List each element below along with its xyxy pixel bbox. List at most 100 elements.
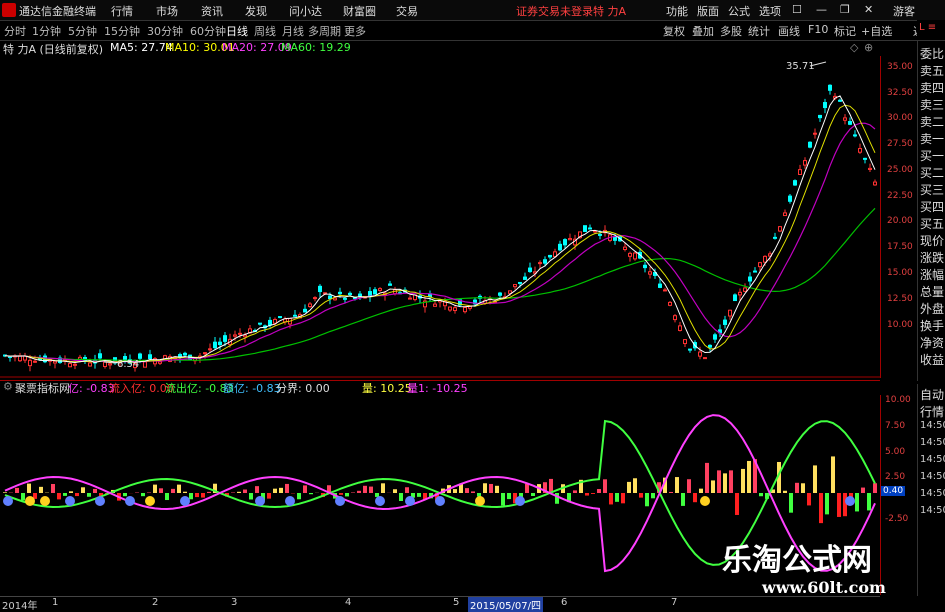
restore-icon[interactable]: ❐ <box>840 3 850 16</box>
close-icon[interactable]: ✕ <box>864 3 873 16</box>
price-tick: 20.00 <box>887 216 913 226</box>
menu-item-formula[interactable]: 公式 <box>728 3 750 19</box>
tab-monthly[interactable]: 月线 <box>282 23 304 39</box>
draw-button[interactable]: 画线 <box>778 23 800 39</box>
overlay-button[interactable]: 叠加 <box>692 23 714 39</box>
tab-daily[interactable]: 日线 <box>226 23 248 39</box>
candle-body <box>614 237 617 240</box>
volume-bar <box>285 484 289 493</box>
tab-30min[interactable]: 30分钟 <box>147 23 183 39</box>
notification-icon[interactable]: ☐ <box>792 3 802 16</box>
menu-item-discover[interactable]: 发现 <box>245 3 267 19</box>
login-status[interactable]: 证券交易未登录 <box>516 3 593 19</box>
volume-bar <box>39 487 43 493</box>
volume-bar <box>339 493 343 495</box>
volume-bar <box>207 492 211 493</box>
volume-bar <box>57 493 61 499</box>
volume-bar <box>609 493 613 504</box>
indicator-current-tick: 0.40 <box>881 486 905 496</box>
tab-60min[interactable]: 60分钟 <box>190 23 226 39</box>
tab-more[interactable]: 更多 <box>344 23 366 39</box>
menu-item-layout[interactable]: 版面 <box>697 3 719 19</box>
quote-field-label: 委比 <box>920 45 944 62</box>
indicator-settings-icon[interactable]: ⚙ <box>3 380 13 393</box>
volume-bar <box>501 493 505 506</box>
indicator-tick: 10.00 <box>885 395 911 405</box>
volume-bar <box>747 461 751 493</box>
mark-button[interactable]: 标记 <box>834 23 856 39</box>
menu-item-function[interactable]: 功能 <box>666 3 688 19</box>
volume-bar <box>303 485 307 493</box>
menu-item-ask[interactable]: 问小达 <box>289 3 322 19</box>
menu-item-news[interactable]: 资讯 <box>201 3 223 19</box>
date-label: 2014年 <box>2 597 37 612</box>
volume-bar <box>873 483 877 493</box>
tab-weekly[interactable]: 周线 <box>254 23 276 39</box>
indicator-side-label[interactable]: 行情 <box>920 403 944 420</box>
tab-15min[interactable]: 15分钟 <box>104 23 140 39</box>
volume-bar <box>711 480 715 493</box>
candle-body <box>589 228 592 229</box>
add-watchlist-button[interactable]: +自选 <box>861 23 892 39</box>
candle-body <box>209 349 212 350</box>
volume-bar <box>705 463 709 493</box>
candle-body <box>409 298 412 299</box>
indicator-name[interactable]: 聚票指标网 <box>15 380 70 396</box>
candle-body <box>684 340 687 344</box>
menu-item-trade[interactable]: 交易 <box>396 3 418 19</box>
indicator-value: 亿: -0.83 <box>68 380 115 396</box>
stats-button[interactable]: 统计 <box>748 23 770 39</box>
volume-bar <box>621 493 625 503</box>
quote-field-label: 净资 <box>920 334 944 351</box>
candle-body <box>839 100 842 101</box>
indicator-side-panel: 自动行情14:5014:5014:5014:5014:5014:50 <box>917 384 945 596</box>
tab-multi-period[interactable]: 多周期 <box>308 23 341 39</box>
minimize-icon[interactable]: — <box>816 3 827 16</box>
volume-bar <box>471 491 475 493</box>
volume-bar <box>723 473 727 493</box>
volume-bar <box>417 493 421 497</box>
f10-button[interactable]: F10 <box>808 23 828 36</box>
menu-item-guest[interactable]: 游客 <box>893 3 915 19</box>
candle-body <box>539 263 542 264</box>
candle-body <box>159 362 162 364</box>
volume-bar <box>279 488 283 493</box>
price-info-bar: 特 力A (日线前复权) MA5: 27.74 MA10: 30.01 MA20… <box>0 41 880 55</box>
candle-body <box>739 292 742 295</box>
ma20-line <box>5 123 875 362</box>
volume-bar <box>363 486 367 493</box>
volume-bar <box>381 483 385 493</box>
candle-body <box>729 310 732 316</box>
tab-intraday[interactable]: 分时 <box>4 23 26 39</box>
candle-body <box>734 295 737 301</box>
volume-bar <box>813 465 817 493</box>
menu-item-quotes[interactable]: 行情 <box>111 3 133 19</box>
candle-body <box>819 115 822 117</box>
settings-icon[interactable]: ◇ <box>850 41 858 54</box>
tab-1min[interactable]: 1分钟 <box>32 23 61 39</box>
candlestick-chart[interactable]: 35.71 6.54 <box>0 56 880 378</box>
quote-field-label: 卖二 <box>920 113 944 130</box>
volume-bar <box>465 488 469 493</box>
candle-body <box>689 349 692 350</box>
indicator-side-label[interactable]: 自动 <box>920 386 944 403</box>
candle-body <box>569 239 572 240</box>
candle-body <box>809 142 812 147</box>
menu-item-options[interactable]: 选项 <box>759 3 781 19</box>
adjust-button[interactable]: 复权 <box>663 23 685 39</box>
indicator-value: 量1: -10.25 <box>407 380 468 396</box>
quote-field-label: 买五 <box>920 215 944 232</box>
menu-item-wealth[interactable]: 财富圈 <box>343 3 376 19</box>
candle-body <box>744 288 747 291</box>
volume-bar <box>789 493 793 513</box>
menu-item-market[interactable]: 市场 <box>156 3 178 19</box>
date-label: 7 <box>671 597 677 608</box>
volume-bar <box>393 489 397 493</box>
candle-body <box>559 244 562 250</box>
zoom-icon[interactable]: ⊕ <box>864 41 873 54</box>
quote-field-label: 收益 <box>920 351 944 368</box>
price-tick: 22.50 <box>887 191 913 201</box>
candle-body <box>314 298 317 299</box>
tab-5min[interactable]: 5分钟 <box>68 23 97 39</box>
multi-stock-button[interactable]: 多股 <box>720 23 742 39</box>
